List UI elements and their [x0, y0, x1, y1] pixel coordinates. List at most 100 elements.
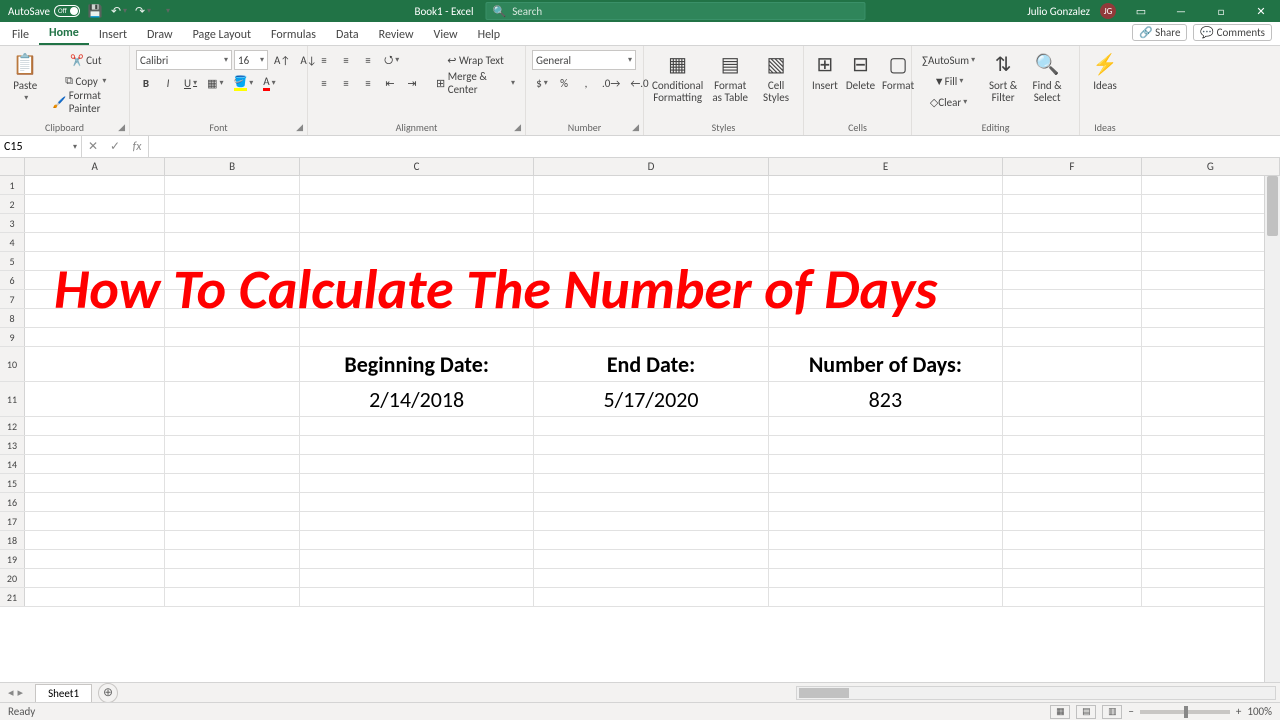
cell[interactable]: [1003, 512, 1141, 530]
format-cells-button[interactable]: ▢Format: [881, 50, 915, 92]
sheet-nav-next-icon[interactable]: ▸: [18, 686, 24, 699]
sort-filter-button[interactable]: ⇅Sort & Filter: [983, 50, 1023, 104]
new-sheet-button[interactable]: ⊕: [98, 683, 118, 703]
col-header-a[interactable]: A: [25, 158, 165, 175]
cell[interactable]: [534, 417, 768, 435]
align-bottom-icon[interactable]: ≡: [358, 50, 378, 70]
cell[interactable]: [534, 531, 768, 549]
cell[interactable]: 823: [769, 382, 1003, 416]
cell[interactable]: [534, 493, 768, 511]
cell[interactable]: [769, 455, 1003, 473]
cell[interactable]: [300, 474, 534, 492]
clear-button[interactable]: ◇ Clear ▾: [918, 92, 979, 112]
cell[interactable]: [1142, 214, 1280, 232]
page-break-view-icon[interactable]: ▥: [1102, 705, 1122, 719]
delete-cells-button[interactable]: ⊟Delete: [844, 50, 877, 92]
number-format-combo[interactable]: General▾: [532, 50, 636, 70]
cell[interactable]: [534, 195, 768, 213]
fill-button[interactable]: ▼ Fill ▾: [918, 71, 979, 91]
cell[interactable]: [300, 455, 534, 473]
cell[interactable]: [165, 347, 300, 381]
cell[interactable]: [165, 493, 300, 511]
cell[interactable]: [769, 417, 1003, 435]
row-header[interactable]: 1: [0, 176, 25, 194]
row-header[interactable]: 19: [0, 550, 25, 568]
cell[interactable]: [1003, 417, 1141, 435]
cell[interactable]: [25, 176, 165, 194]
cell[interactable]: [25, 474, 165, 492]
sheet-tab[interactable]: Sheet1: [35, 684, 92, 702]
cell[interactable]: [769, 550, 1003, 568]
cell[interactable]: [300, 512, 534, 530]
cell[interactable]: End Date:: [534, 347, 768, 381]
cell[interactable]: [300, 493, 534, 511]
cell[interactable]: [1142, 436, 1280, 454]
row-header[interactable]: 2: [0, 195, 25, 213]
cell[interactable]: [1142, 474, 1280, 492]
borders-button[interactable]: ▦▾: [203, 73, 227, 93]
cell[interactable]: [1142, 569, 1280, 587]
cell[interactable]: [1142, 417, 1280, 435]
cell[interactable]: [1142, 252, 1280, 270]
cell[interactable]: [769, 569, 1003, 587]
cell[interactable]: [165, 531, 300, 549]
cell[interactable]: Number of Days:: [769, 347, 1003, 381]
cell[interactable]: [534, 328, 768, 346]
cell[interactable]: [1003, 474, 1141, 492]
row-header[interactable]: 12: [0, 417, 25, 435]
conditional-formatting-button[interactable]: ▦Conditional Formatting: [650, 50, 705, 104]
close-icon[interactable]: ✕: [1246, 0, 1276, 22]
italic-button[interactable]: I: [158, 73, 178, 93]
cell[interactable]: [534, 214, 768, 232]
cell[interactable]: [1142, 531, 1280, 549]
cell[interactable]: [1003, 531, 1141, 549]
cell[interactable]: [1142, 195, 1280, 213]
cell-styles-button[interactable]: ▧Cell Styles: [755, 50, 797, 104]
cell[interactable]: [300, 531, 534, 549]
cell[interactable]: [300, 588, 534, 606]
cell[interactable]: [1003, 588, 1141, 606]
cell[interactable]: [1003, 550, 1141, 568]
increase-indent-icon[interactable]: ⇥: [402, 73, 422, 93]
font-launcher-icon[interactable]: ◢: [296, 122, 303, 133]
cell[interactable]: [1003, 382, 1141, 416]
vertical-scrollbar[interactable]: [1264, 176, 1280, 684]
fill-color-button[interactable]: 🪣▾: [230, 73, 258, 93]
cell[interactable]: [165, 328, 300, 346]
cell[interactable]: [534, 455, 768, 473]
cell[interactable]: [1142, 309, 1280, 327]
row-header[interactable]: 5: [0, 252, 25, 270]
cell[interactable]: [1003, 290, 1141, 308]
cell[interactable]: [534, 176, 768, 194]
cell[interactable]: [25, 455, 165, 473]
cell[interactable]: [534, 588, 768, 606]
cell[interactable]: [769, 233, 1003, 251]
format-as-table-button[interactable]: ▤Format as Table: [709, 50, 751, 104]
row-header[interactable]: 8: [0, 309, 25, 327]
cell[interactable]: [25, 417, 165, 435]
cancel-formula-icon[interactable]: ✕: [82, 139, 104, 154]
sheet-nav-prev-icon[interactable]: ◂: [8, 686, 14, 699]
cell[interactable]: [25, 328, 165, 346]
decrease-indent-icon[interactable]: ⇤: [380, 73, 400, 93]
enter-formula-icon[interactable]: ✓: [104, 139, 126, 154]
autosave-toggle[interactable]: AutoSave Off: [8, 5, 80, 18]
fx-icon[interactable]: fx: [126, 140, 148, 154]
qat-customize-icon[interactable]: ▾: [158, 2, 176, 20]
cell[interactable]: [25, 493, 165, 511]
font-size-combo[interactable]: 16▾: [234, 50, 268, 70]
cell[interactable]: [165, 195, 300, 213]
clipboard-launcher-icon[interactable]: ◢: [118, 122, 125, 133]
cell[interactable]: [300, 436, 534, 454]
cell[interactable]: [25, 531, 165, 549]
cell[interactable]: [769, 214, 1003, 232]
user-name[interactable]: Julio Gonzalez: [1027, 5, 1090, 18]
align-center-icon[interactable]: ≡: [336, 73, 356, 93]
col-header-g[interactable]: G: [1142, 158, 1280, 175]
cell[interactable]: [1003, 436, 1141, 454]
font-color-button[interactable]: A▾: [259, 73, 279, 93]
redo-icon[interactable]: ↷▾: [134, 2, 152, 20]
share-button[interactable]: 🔗 Share: [1132, 24, 1187, 41]
cell[interactable]: [1142, 382, 1280, 416]
cell[interactable]: [1003, 252, 1141, 270]
